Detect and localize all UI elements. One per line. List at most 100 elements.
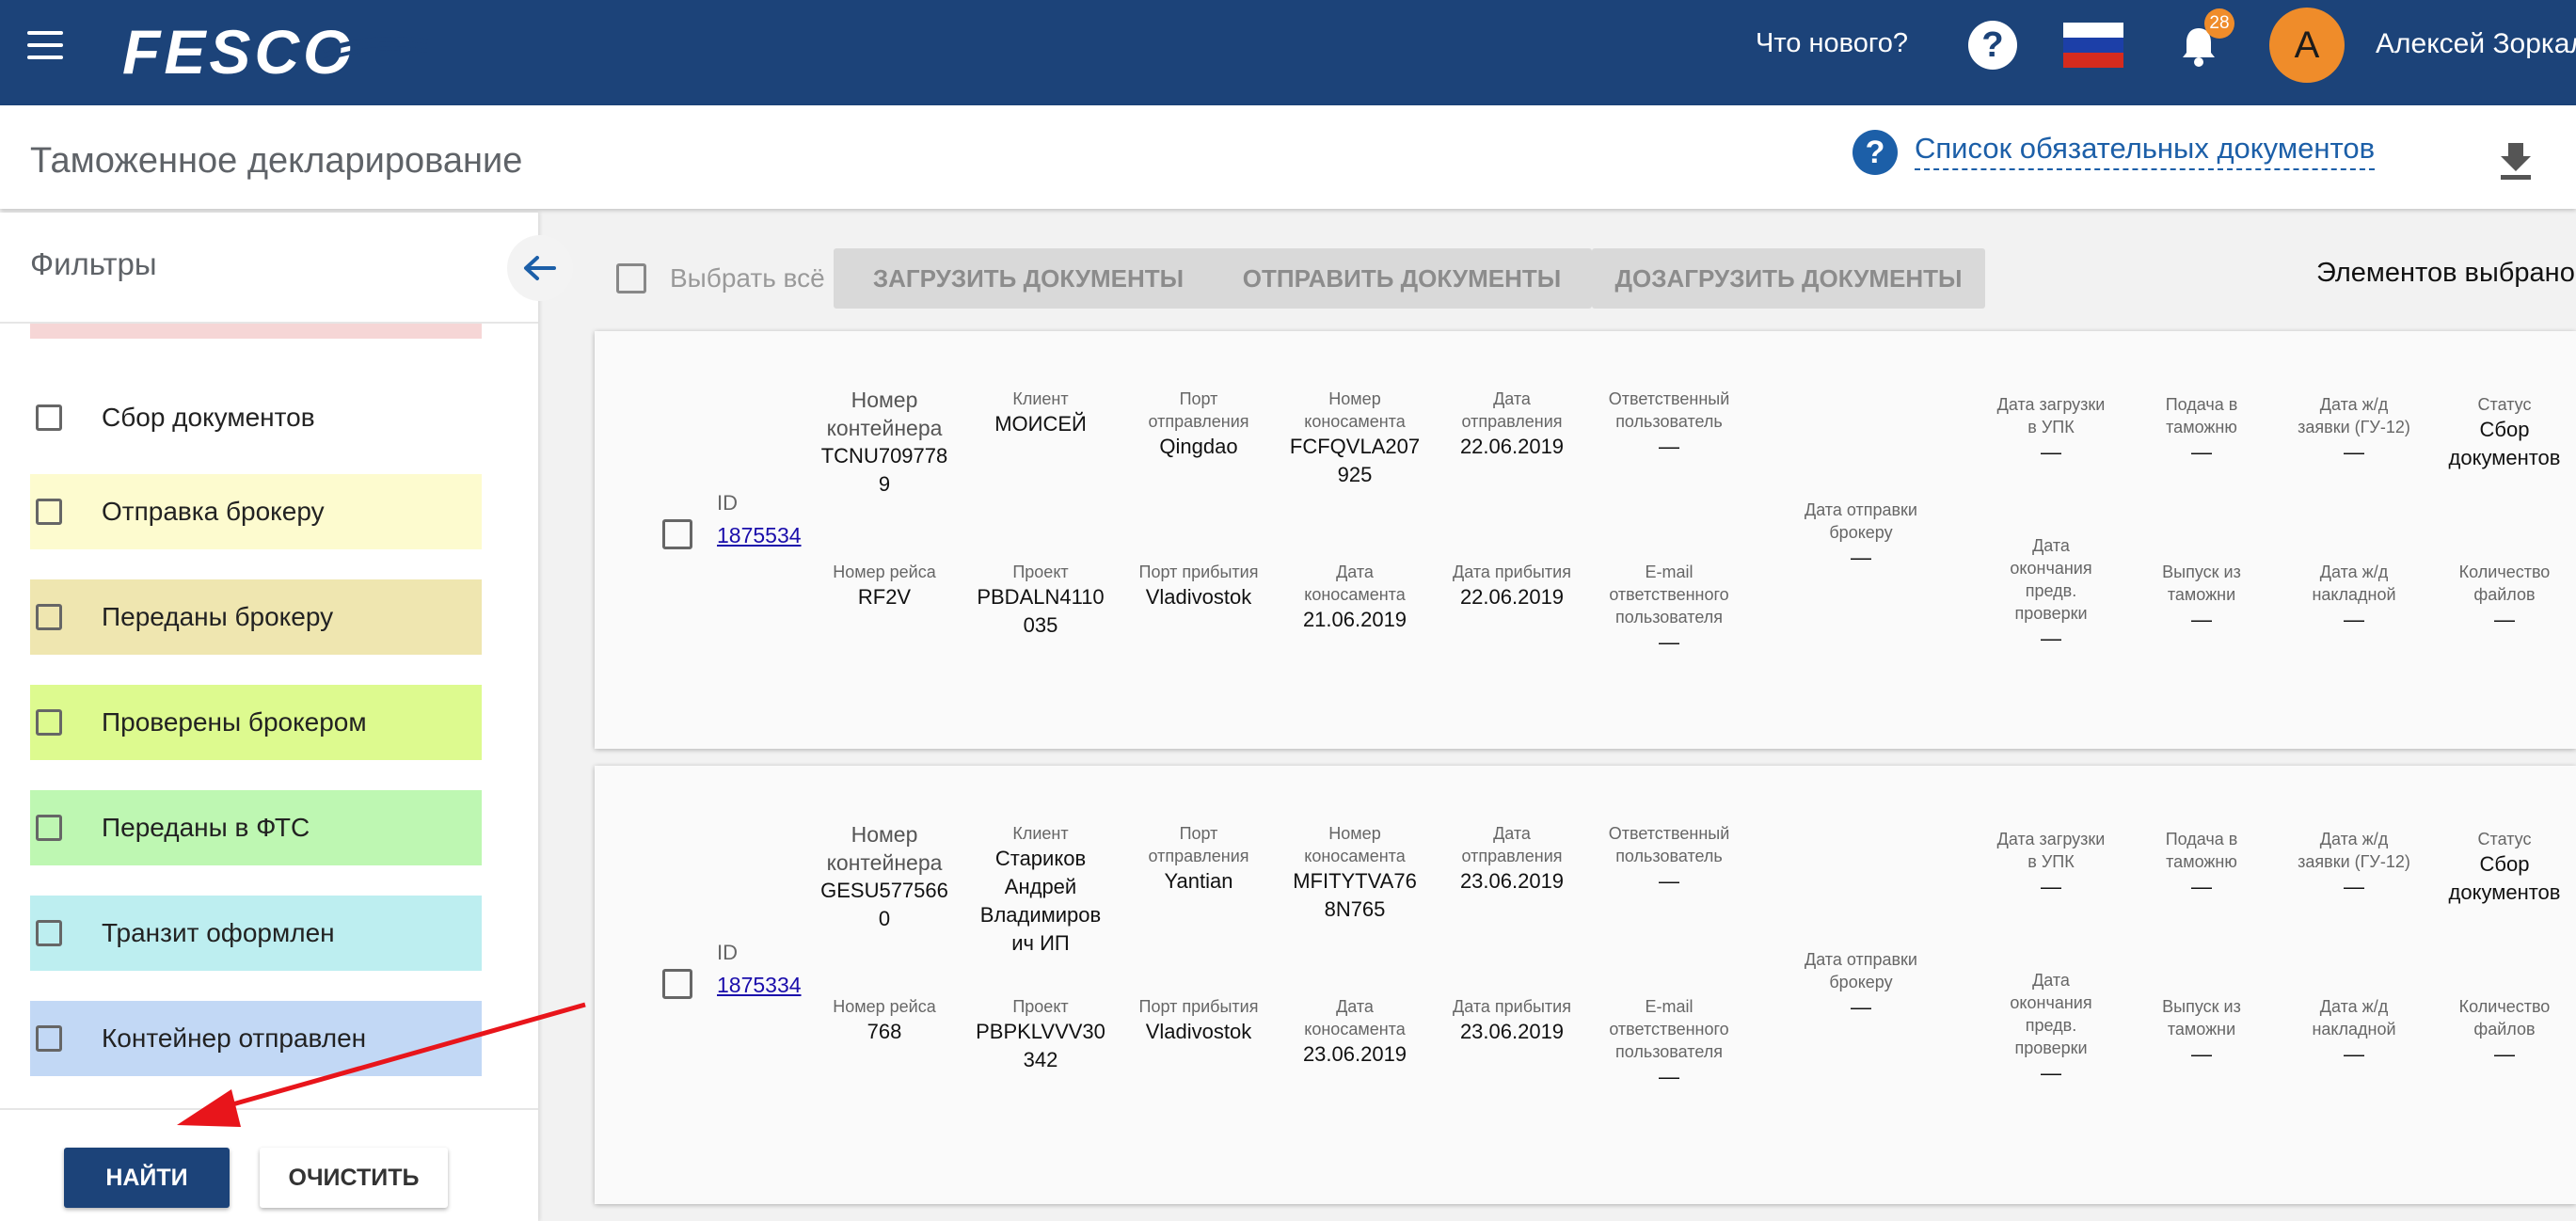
field-client: Клиент МОИСЕЙ (956, 388, 1125, 438)
field-departure-date: Дата отправления 23.06.2019 (1427, 822, 1597, 896)
whats-new-link[interactable]: Что нового? (1756, 28, 1908, 59)
field-value: — (2041, 875, 2061, 898)
field-upk-upload-date: Дата загрузки в УПК — (1966, 828, 2136, 901)
filter-checkbox[interactable] (36, 404, 62, 431)
fesco-logo[interactable]: FESCO (117, 13, 437, 92)
filter-item[interactable]: Переданы в ФТС (30, 790, 482, 865)
field-label: Дата коносамента (1304, 997, 1406, 1039)
field-value: 23.06.2019 (1459, 869, 1565, 893)
field-label: Дата загрузки в УПК (1996, 830, 2106, 871)
field-value: — (2191, 1042, 2212, 1066)
field-value: MFITYTVA76 8N765 (1293, 869, 1417, 921)
field-port-arrival: Порт прибытия Vladivostok (1114, 561, 1283, 611)
field-client: Клиент Стариков Андрей Владимиров ич ИП (956, 822, 1125, 958)
field-files-count: Количество файлов — (2420, 995, 2576, 1069)
field-value: Vladivostok (1145, 1020, 1252, 1043)
record-id-label: ID (717, 491, 738, 515)
help-icon[interactable]: ? (1968, 21, 2017, 70)
field-value: 22.06.2019 (1459, 585, 1565, 609)
russian-flag-icon[interactable] (2063, 23, 2123, 68)
filter-checkbox[interactable] (36, 709, 62, 736)
field-label: Дата прибытия (1453, 997, 1571, 1016)
required-documents-link[interactable]: Список обязательных документов (1915, 132, 2376, 170)
record-checkbox[interactable] (662, 969, 692, 999)
field-value: FCFQVLA207 925 (1289, 435, 1421, 486)
field-label: Дата прибытия (1453, 563, 1571, 581)
divider (0, 1108, 538, 1110)
field-status: Статус Сбор документов (2420, 828, 2576, 907)
field-value: TCNU709778 9 (820, 444, 948, 496)
field-bl-date: Дата коносамента 21.06.2019 (1270, 561, 1439, 634)
filter-item[interactable]: Контейнер отправлен (30, 1001, 482, 1076)
collapse-sidebar-button[interactable] (507, 235, 573, 301)
filter-item[interactable]: Переданы брокеру (30, 579, 482, 655)
field-label: Порт отправления (1148, 389, 1249, 431)
field-project: Проект PBDALN4110 035 (956, 561, 1125, 640)
field-label: Клиент (1012, 389, 1069, 408)
filter-checkbox[interactable] (36, 815, 62, 841)
filter-item[interactable]: Транзит оформлен (30, 896, 482, 971)
question-icon[interactable]: ? (1852, 130, 1898, 175)
find-button[interactable]: НАЙТИ (64, 1148, 230, 1208)
record-id-link[interactable]: 1875534 (717, 523, 802, 548)
send-documents-button[interactable]: ОТПРАВИТЬ ДОКУМЕНТЫ (1212, 248, 1592, 309)
record-id-link[interactable]: 1875334 (717, 973, 802, 998)
top-navigation-bar: FESCO Что нового? ? 28 А Алексей Зоркал (0, 0, 2576, 105)
filter-checkbox[interactable] (36, 499, 62, 525)
field-broker-send-date: Дата отправки брокеру — (1767, 948, 1955, 1022)
field-value: — (2041, 1061, 2061, 1085)
filters-title: Фильтры (30, 246, 157, 281)
filter-item[interactable]: Отправка брокеру (30, 474, 482, 549)
field-label: Порт прибытия (1138, 997, 1259, 1016)
filter-item[interactable]: Проверены брокером (30, 685, 482, 760)
upload-documents-button[interactable]: ЗАГРУЗИТЬ ДОКУМЕНТЫ (834, 248, 1223, 309)
field-value: — (2191, 875, 2212, 898)
field-value: — (2344, 440, 2364, 464)
select-all-label[interactable]: Выбрать всё (670, 263, 825, 293)
filter-checkbox[interactable] (36, 1025, 62, 1052)
page-header: Таможенное декларирование ? Список обяза… (0, 105, 2576, 209)
field-bl-date: Дата коносамента 23.06.2019 (1270, 995, 1439, 1069)
selected-count: Элементов выбрано: (2316, 258, 2576, 288)
field-label: Дата ж/д заявки (ГУ-12) (2298, 830, 2410, 871)
filter-item-partial (30, 324, 482, 339)
field-label: E-mail ответственного пользователя (1609, 563, 1729, 626)
select-all-checkbox[interactable] (616, 263, 646, 293)
reupload-documents-button[interactable]: ДОЗАГРУЗИТЬ ДОКУМЕНТЫ (1592, 248, 1985, 309)
field-precheck-end-date: Дата окончания предв. проверки — (1966, 534, 2136, 653)
field-value: — (2344, 875, 2364, 898)
filter-checkbox[interactable] (36, 604, 62, 630)
field-upk-upload-date: Дата загрузки в УПК — (1966, 393, 2136, 467)
field-responsible-user: Ответственный пользователь — (1584, 822, 1754, 896)
download-icon[interactable] (2499, 141, 2533, 181)
filter-checkbox[interactable] (36, 920, 62, 946)
field-port-departure: Порт отправления Qingdao (1114, 388, 1283, 461)
field-label: Номер рейса (833, 997, 936, 1016)
field-label: Статус (2477, 395, 2532, 414)
field-value: Сбор документов (2448, 852, 2561, 904)
menu-icon[interactable] (27, 31, 63, 59)
avatar[interactable]: А (2269, 8, 2345, 83)
field-value: — (2494, 1042, 2515, 1066)
field-label: Дата отправки брокеру (1805, 950, 1917, 991)
field-value: 768 (867, 1020, 902, 1043)
field-label: Номер коносамента (1304, 389, 1406, 431)
clear-button[interactable]: ОЧИСТИТЬ (260, 1148, 448, 1208)
field-precheck-end-date: Дата окончания предв. проверки — (1966, 969, 2136, 1087)
record-checkbox[interactable] (662, 519, 692, 549)
field-value: Yantian (1164, 869, 1233, 893)
field-responsible-email: E-mail ответственного пользователя — (1584, 561, 1754, 657)
field-value: Сбор документов (2448, 418, 2561, 469)
field-value: — (1659, 630, 1679, 654)
user-name[interactable]: Алексей Зоркал (2376, 28, 2576, 60)
field-value: — (1851, 995, 1871, 1019)
field-label: Выпуск из таможни (2162, 997, 2241, 1039)
field-label: Проект (1012, 997, 1069, 1016)
filter-item[interactable]: Сбор документов (30, 380, 482, 455)
filter-label: Переданы брокеру (102, 602, 334, 631)
field-label: Номер контейнера (826, 822, 943, 875)
filter-label: Проверены брокером (102, 707, 367, 737)
field-container-no: Номер контейнера GESU577566 0 (800, 820, 969, 933)
field-label: Дата ж/д накладной (2312, 997, 2396, 1039)
field-label: Номер контейнера (826, 388, 943, 440)
